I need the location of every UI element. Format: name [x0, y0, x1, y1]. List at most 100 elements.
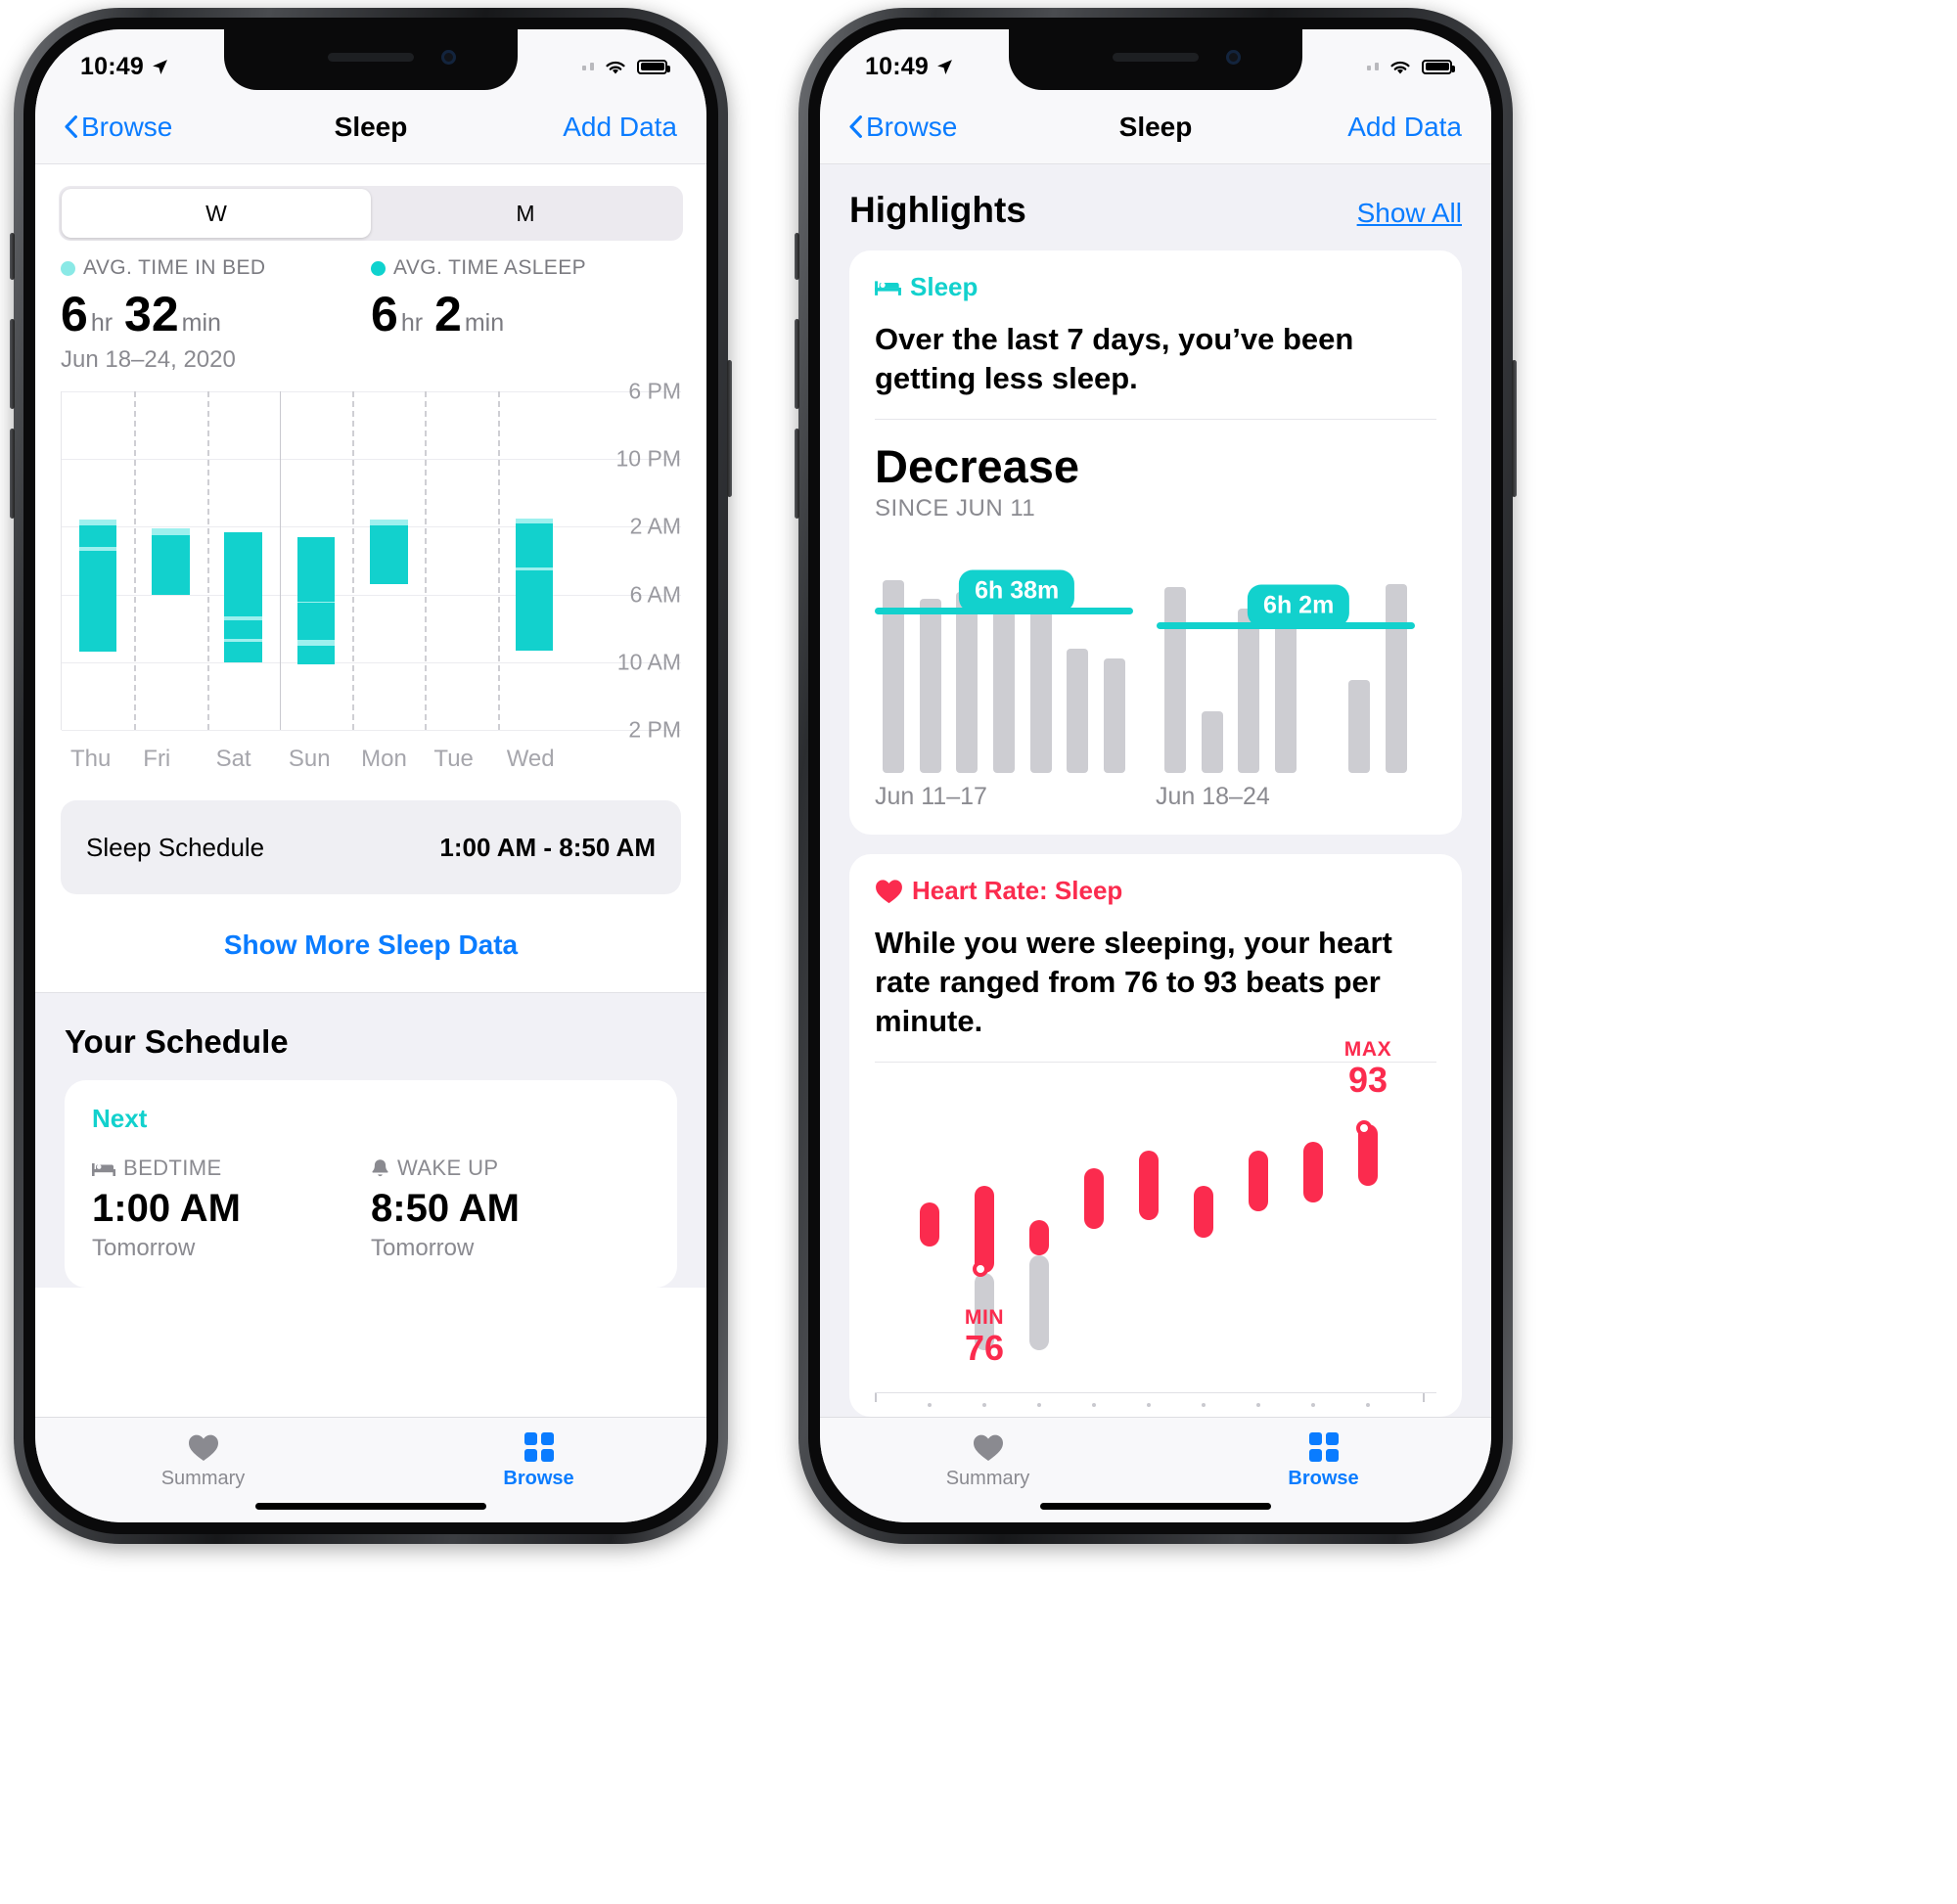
asleep-hours: 6 — [371, 287, 398, 341]
notch-right — [1009, 29, 1302, 90]
content-left: W M AVG. TIME IN BED 6 hr 32 min Jun 18–… — [35, 164, 706, 1417]
silent-switch-right[interactable] — [795, 233, 799, 280]
y-axis-tick-label: 10 AM — [616, 649, 681, 675]
sleep-bar-asleep — [515, 570, 554, 651]
segment-week[interactable]: W — [62, 189, 371, 238]
next-schedule-card[interactable]: Next BEDTIME 1:00 AM Tomorrow WAKE UP 8:… — [65, 1080, 677, 1288]
stat-time-in-bed-label: AVG. TIME IN BED — [83, 256, 266, 279]
power-button-right[interactable] — [1512, 360, 1517, 497]
comparison-bar — [1275, 611, 1297, 774]
show-more-sleep-data-button[interactable]: Show More Sleep Data — [35, 929, 706, 961]
power-button[interactable] — [727, 360, 732, 497]
heart-rate-range-bar — [920, 1202, 939, 1247]
x-axis-tick-dot — [1366, 1403, 1370, 1408]
show-all-button[interactable]: Show All — [1357, 198, 1462, 229]
sleep-bar-asleep — [152, 535, 190, 595]
chevron-left-icon — [65, 115, 77, 138]
x-axis-day-label: Mon — [361, 746, 407, 772]
screen-left: 10:49 Browse Sleep Add Data W M AVG. TIM… — [35, 29, 706, 1522]
gridline-vertical — [134, 391, 137, 730]
heart-icon — [188, 1434, 218, 1461]
stat-time-asleep-label: AVG. TIME ASLEEP — [393, 256, 587, 279]
volume-down-button[interactable] — [10, 429, 15, 519]
sleep-comparison-labels: Jun 11–17 Jun 18–24 — [875, 783, 1436, 811]
volume-down-button-right[interactable] — [795, 429, 799, 519]
front-camera-right — [1226, 50, 1241, 65]
back-button-label: Browse — [81, 111, 173, 142]
nav-bar-left: Browse Sleep Add Data — [35, 90, 706, 164]
period-label-1: Jun 11–17 — [875, 783, 987, 811]
min-annotation: MIN 76 — [965, 1306, 1004, 1367]
status-time: 10:49 — [80, 52, 144, 80]
comparison-bar — [1104, 658, 1126, 774]
x-axis-end-tick — [1423, 1393, 1425, 1403]
bedtime-day: Tomorrow — [92, 1235, 196, 1261]
sleep-card-divider — [875, 419, 1436, 421]
gridline-horizontal — [62, 661, 681, 663]
x-axis-day-label: Sun — [288, 746, 331, 772]
status-time-group: 10:49 — [80, 53, 168, 81]
sleep-schedule-label: Sleep Schedule — [86, 832, 265, 862]
weekly-sleep-chart[interactable]: 6 PM 10 PM 2 AM 6 AM 10 AM 2 PM Thu Fri Sat Sun M… — [61, 379, 681, 773]
silent-switch[interactable] — [10, 233, 15, 280]
bed-icon — [92, 1162, 115, 1176]
asleep-minutes: 2 — [434, 287, 462, 341]
x-axis-tick-dot — [1256, 1403, 1260, 1408]
x-axis-tick-dot — [982, 1403, 986, 1408]
earpiece-speaker — [328, 53, 414, 62]
location-arrow-icon — [153, 59, 167, 74]
battery-icon — [1422, 59, 1455, 74]
add-data-button-right[interactable]: Add Data — [1347, 112, 1462, 143]
tab-summary-label-right: Summary — [945, 1467, 1030, 1489]
stat-time-asleep-value: 6 hr 2 min — [371, 286, 681, 342]
page-title-right: Sleep — [1118, 111, 1193, 142]
stat-time-in-bed-label-row: AVG. TIME IN BED — [61, 256, 371, 280]
sleep-comparison-chart: 6h 38m 6h 2m — [875, 548, 1436, 774]
tab-summary-label: Summary — [160, 1467, 246, 1489]
earpiece-speaker-right — [1113, 53, 1199, 62]
schedule-columns: BEDTIME 1:00 AM Tomorrow WAKE UP 8:50 AM… — [92, 1156, 650, 1262]
segment-month[interactable]: M — [371, 189, 680, 238]
back-button-browse[interactable]: Browse — [65, 112, 172, 143]
signal-dots-icon — [1367, 63, 1379, 70]
sleep-schedule-row[interactable]: Sleep Schedule 1:00 AM - 8:50 AM — [61, 800, 681, 894]
volume-up-button-right[interactable] — [795, 319, 799, 409]
range-segmented-control[interactable]: W M — [59, 186, 683, 241]
wifi-icon — [606, 61, 625, 73]
in-bed-minutes: 32 — [124, 287, 179, 341]
bedtime-value: 1:00 AM — [92, 1187, 241, 1230]
heart-rate-axis — [875, 1392, 1436, 1394]
signal-dots-icon — [582, 63, 594, 70]
volume-up-button[interactable] — [10, 319, 15, 409]
back-button-browse-right[interactable]: Browse — [849, 112, 957, 143]
sleep-card-category: Sleep — [910, 272, 978, 301]
heart-rate-range-bar — [1194, 1185, 1213, 1239]
your-schedule-section: Your Schedule Next BEDTIME 1:00 AM Tomor… — [35, 1002, 706, 1288]
comparison-bar — [993, 596, 1015, 774]
home-indicator-left[interactable] — [255, 1503, 486, 1510]
comparison-bar — [956, 591, 978, 774]
sleep-highlight-card[interactable]: Sleep Over the last 7 days, you’ve been … — [849, 250, 1462, 836]
notch-left — [224, 29, 518, 90]
comparison-bar — [1163, 586, 1186, 774]
stat-time-in-bed: AVG. TIME IN BED 6 hr 32 min Jun 18–24, … — [61, 256, 371, 374]
comparison-bar — [1201, 710, 1223, 774]
add-data-button[interactable]: Add Data — [563, 112, 677, 143]
sleep-averages: AVG. TIME IN BED 6 hr 32 min Jun 18–24, … — [35, 241, 706, 374]
home-indicator-right[interactable] — [1040, 1503, 1271, 1510]
gridline-vertical — [425, 391, 428, 730]
location-arrow-icon — [937, 59, 952, 74]
period-label-2: Jun 18–24 — [1156, 783, 1270, 811]
heart-card-category-row: Heart Rate: Sleep — [875, 876, 1436, 906]
battery-icon — [637, 59, 670, 74]
sleep-bar-asleep — [515, 522, 554, 567]
heart-rate-range-bar — [1303, 1141, 1323, 1203]
sleep-bar-asleep — [224, 531, 263, 617]
x-axis-day-label: Wed — [506, 746, 555, 772]
sleep-bar-asleep — [296, 645, 336, 664]
heart-rate-highlight-card[interactable]: Heart Rate: Sleep While you were sleepin… — [849, 854, 1462, 1417]
heart-rate-range-bar — [1249, 1150, 1268, 1212]
heart-rate-range-bar — [975, 1185, 994, 1273]
in-bed-minutes-unit: min — [181, 309, 221, 337]
min-label: MIN — [964, 1305, 1005, 1329]
